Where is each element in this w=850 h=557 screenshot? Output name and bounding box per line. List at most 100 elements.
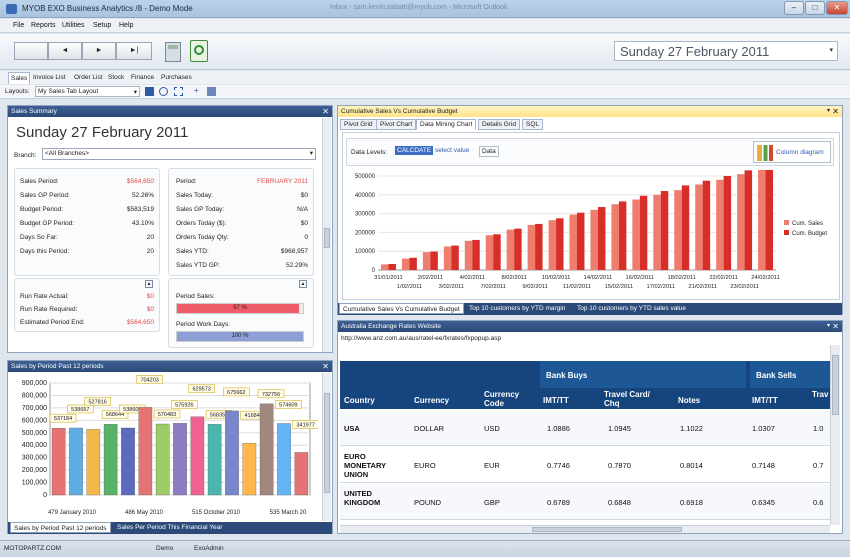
summary-value: 20 <box>146 248 154 255</box>
tab-data-mining-chart[interactable]: Data Mining Chart <box>416 119 477 130</box>
calcdate-button[interactable]: CALCDATE <box>395 146 434 155</box>
tab-stock[interactable]: Stock <box>106 72 126 84</box>
tab-sql[interactable]: SQL <box>522 119 544 130</box>
bar-cum-budget <box>472 239 480 270</box>
tab-pivot-grid[interactable]: Pivot Grid <box>340 119 377 130</box>
window-title: MYOB EXO Business Analytics /8 - Demo Mo… <box>22 4 193 13</box>
status-bar: MOTOPARTZ.COM Demo ExoAdmin <box>0 540 850 557</box>
chart-type-button[interactable]: Column diagram <box>753 141 831 163</box>
x-tick-label: 3/02/2011 <box>439 284 464 290</box>
bar <box>207 424 222 496</box>
tab-pivot-chart[interactable]: Pivot Chart <box>376 119 417 130</box>
exchange-url[interactable]: http://www.anz.com.au/aus/ratel-ee/fxrat… <box>341 335 501 342</box>
date-picker[interactable]: Sunday 27 February 2011 ▾ <box>614 41 838 61</box>
menu-setup[interactable]: Setup <box>93 22 111 29</box>
collapse-icon[interactable]: ▲ <box>145 280 153 288</box>
table-cell: DOLLAR <box>414 424 445 433</box>
tab-finance[interactable]: Finance <box>129 72 156 84</box>
data-label: 538657 <box>71 407 89 413</box>
first-record-button[interactable] <box>14 42 48 60</box>
tab-details-grid[interactable]: Details Grid <box>478 119 520 130</box>
app-icon <box>6 4 17 14</box>
chevron-down-icon[interactable]: ▾ <box>827 106 830 117</box>
table-cell: 1.0307 <box>752 424 775 433</box>
tab-top10-margin[interactable]: Top 10 customers by YTD margin <box>466 303 568 314</box>
legend-label-sales: Cum. Sales <box>792 221 823 227</box>
close-icon[interactable]: ✕ <box>322 361 329 372</box>
data-button[interactable]: Data <box>479 146 499 157</box>
cumulative-header: Cumulative Sales Vs Cumulative Budget ▾ … <box>338 106 842 117</box>
chevron-down-icon[interactable]: ▾ <box>827 321 830 332</box>
grid-icon[interactable] <box>174 87 183 96</box>
table-cell: USD <box>484 424 500 433</box>
bar-cum-budget <box>660 191 669 270</box>
summary-scrollbar[interactable] <box>322 118 331 352</box>
tab-order-list[interactable]: Order List <box>72 72 105 84</box>
save-icon[interactable] <box>145 87 154 96</box>
menu-utilities[interactable]: Utilities <box>62 22 85 29</box>
y-tick-label: 500,000 <box>22 430 47 437</box>
bar-cum-budget <box>702 180 711 270</box>
tab-invoice-list[interactable]: Invoice List <box>31 72 68 84</box>
col-buy-notes: Notes <box>678 396 701 405</box>
x-tick-label: 515 October 2010 <box>192 510 241 516</box>
close-icon[interactable]: ✕ <box>832 106 839 117</box>
y-tick-label: 200,000 <box>22 467 47 474</box>
exchange-hscrollbar[interactable] <box>340 525 830 533</box>
bar-cum-budget <box>765 170 773 270</box>
export-icon[interactable] <box>190 40 208 62</box>
summary-value: $564,650 <box>126 178 154 185</box>
tab-sales-by-period[interactable]: Sales by Period Past 12 periods <box>10 522 111 533</box>
refresh-icon[interactable] <box>159 87 168 96</box>
menu-help[interactable]: Help <box>119 22 133 29</box>
layout-options-icon[interactable] <box>207 87 216 96</box>
bar-cum-sales <box>381 264 389 270</box>
bar-cum-sales <box>569 214 577 270</box>
bar-cum-sales <box>443 246 452 270</box>
menu-reports[interactable]: Reports <box>31 22 56 29</box>
collapse-icon[interactable]: ▲ <box>299 280 307 288</box>
minimize-button[interactable]: – <box>784 1 804 15</box>
exchange-scrollbar[interactable] <box>830 345 840 525</box>
select-value-link[interactable]: select value <box>435 147 469 154</box>
bar-cum-budget <box>451 245 459 270</box>
summary-label: Budget GP Period: <box>20 220 75 227</box>
close-icon[interactable]: ✕ <box>322 106 329 117</box>
sales-summary-header: Sales Summary ✕ <box>8 106 332 117</box>
branch-select[interactable]: <All Branches> ▾ <box>42 148 316 160</box>
bar-cum-budget <box>409 257 417 270</box>
col-country: Country <box>344 396 375 405</box>
close-button[interactable]: ✕ <box>826 1 848 15</box>
summary-label: Sales Period: <box>20 178 59 185</box>
table-cell: 0.7870 <box>608 461 631 470</box>
chevron-down-icon[interactable]: ▾ <box>829 46 833 54</box>
layout-select[interactable]: My Sales Tab Layout ▾ <box>35 86 140 97</box>
data-levels-label: Data Levels: <box>351 149 388 156</box>
data-label: 570483 <box>158 412 176 418</box>
tab-sales-per-period[interactable]: Sales Per Period This Financial Year <box>114 522 225 533</box>
calculator-icon[interactable] <box>165 42 181 62</box>
add-icon[interactable]: + <box>194 86 199 95</box>
x-tick-label: 8/02/2011 <box>501 275 526 281</box>
maximize-button[interactable]: □ <box>805 1 825 15</box>
close-icon[interactable]: ✕ <box>832 321 839 332</box>
run-rate-value: $0 <box>146 306 154 313</box>
tab-cumulative[interactable]: Cumulative Sales Vs Cumulative Budget <box>339 303 464 314</box>
period-days-pct: 100 % <box>231 333 249 339</box>
next-record-button[interactable]: ► <box>82 42 116 60</box>
x-tick-label: 16/02/2011 <box>626 275 655 281</box>
sales-by-period-header: Sales by Period Past 12 periods ✕ <box>8 361 332 372</box>
last-record-button[interactable]: ►| <box>116 42 152 60</box>
table-cell: UNITED KINGDOM <box>344 489 381 507</box>
tab-sales[interactable]: Sales <box>8 72 31 84</box>
menu-bar: File Reports Utilities Setup Help <box>0 19 850 33</box>
x-tick-label: 4/02/2011 <box>460 275 485 281</box>
menu-file[interactable]: File <box>13 22 24 29</box>
exchange-header: Australia Exchange Rates Website ▾ ✕ <box>338 321 842 332</box>
summary-value: $0 <box>300 220 308 227</box>
tab-top10-sales[interactable]: Top 10 customers by YTD sales value <box>574 303 689 314</box>
prev-record-button[interactable]: ◄ <box>48 42 82 60</box>
status-user: ExoAdmin <box>194 545 224 552</box>
tab-purchases[interactable]: Purchases <box>159 72 194 84</box>
chart-scrollbar[interactable] <box>322 373 331 521</box>
